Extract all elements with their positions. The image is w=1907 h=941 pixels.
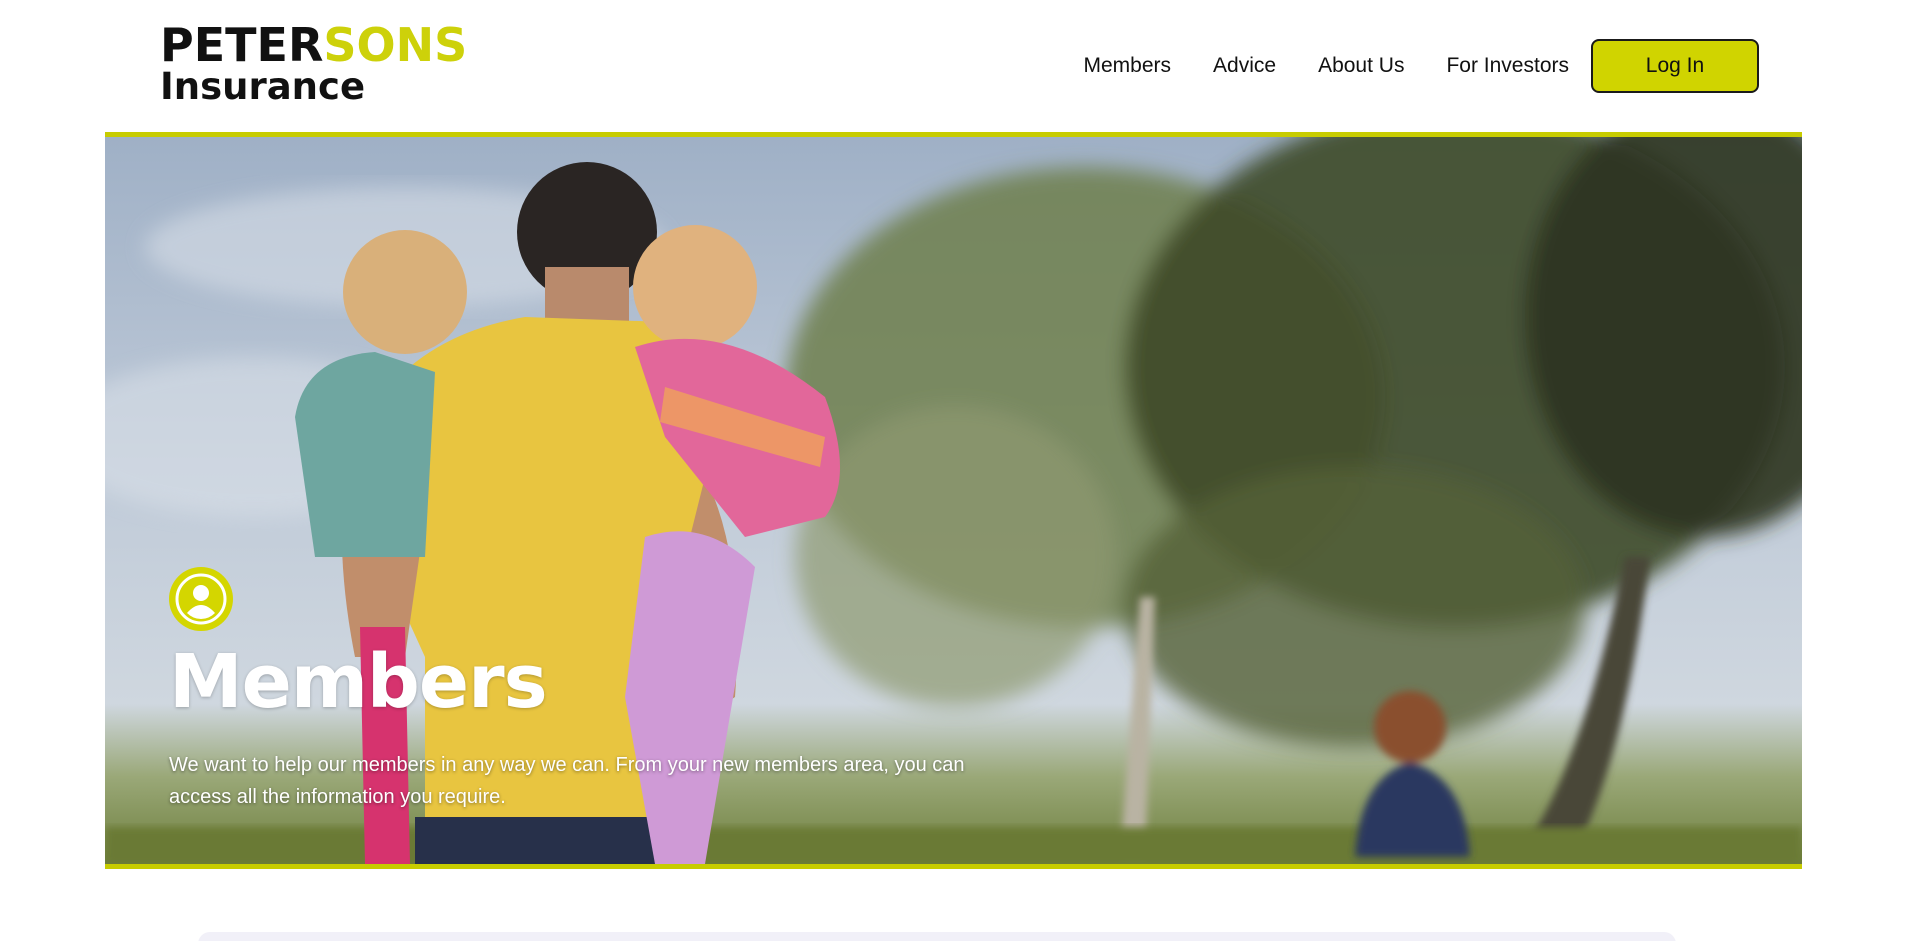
logo-wordmark: PETERSONS	[160, 22, 467, 68]
logo-subtitle: Insurance	[160, 65, 366, 108]
logo-name-part2: SONS	[323, 18, 468, 72]
logo-name-part1: PETER	[160, 18, 324, 72]
main-nav: Members Advice About Us For Investors Lo…	[1084, 36, 1759, 96]
content-card	[198, 932, 1676, 941]
nav-link-about-us[interactable]: About Us	[1318, 54, 1404, 78]
nav-link-for-investors[interactable]: For Investors	[1446, 54, 1569, 78]
brand-logo[interactable]: PETERSONS Insurance	[160, 22, 467, 105]
page: PETERSONS Insurance Members Advice About…	[0, 0, 1907, 941]
hero-banner: Members We want to help our members in a…	[105, 132, 1802, 869]
login-button[interactable]: Log In	[1591, 39, 1759, 93]
nav-link-members[interactable]: Members	[1084, 54, 1172, 78]
nav-link-advice[interactable]: Advice	[1213, 54, 1276, 78]
hero-description: We want to help our members in any way w…	[169, 754, 965, 808]
user-circle-icon	[169, 567, 233, 631]
hero-content: Members We want to help our members in a…	[169, 567, 1069, 813]
hero-title: Members	[169, 639, 548, 725]
site-header: PETERSONS Insurance Members Advice About…	[0, 0, 1907, 132]
